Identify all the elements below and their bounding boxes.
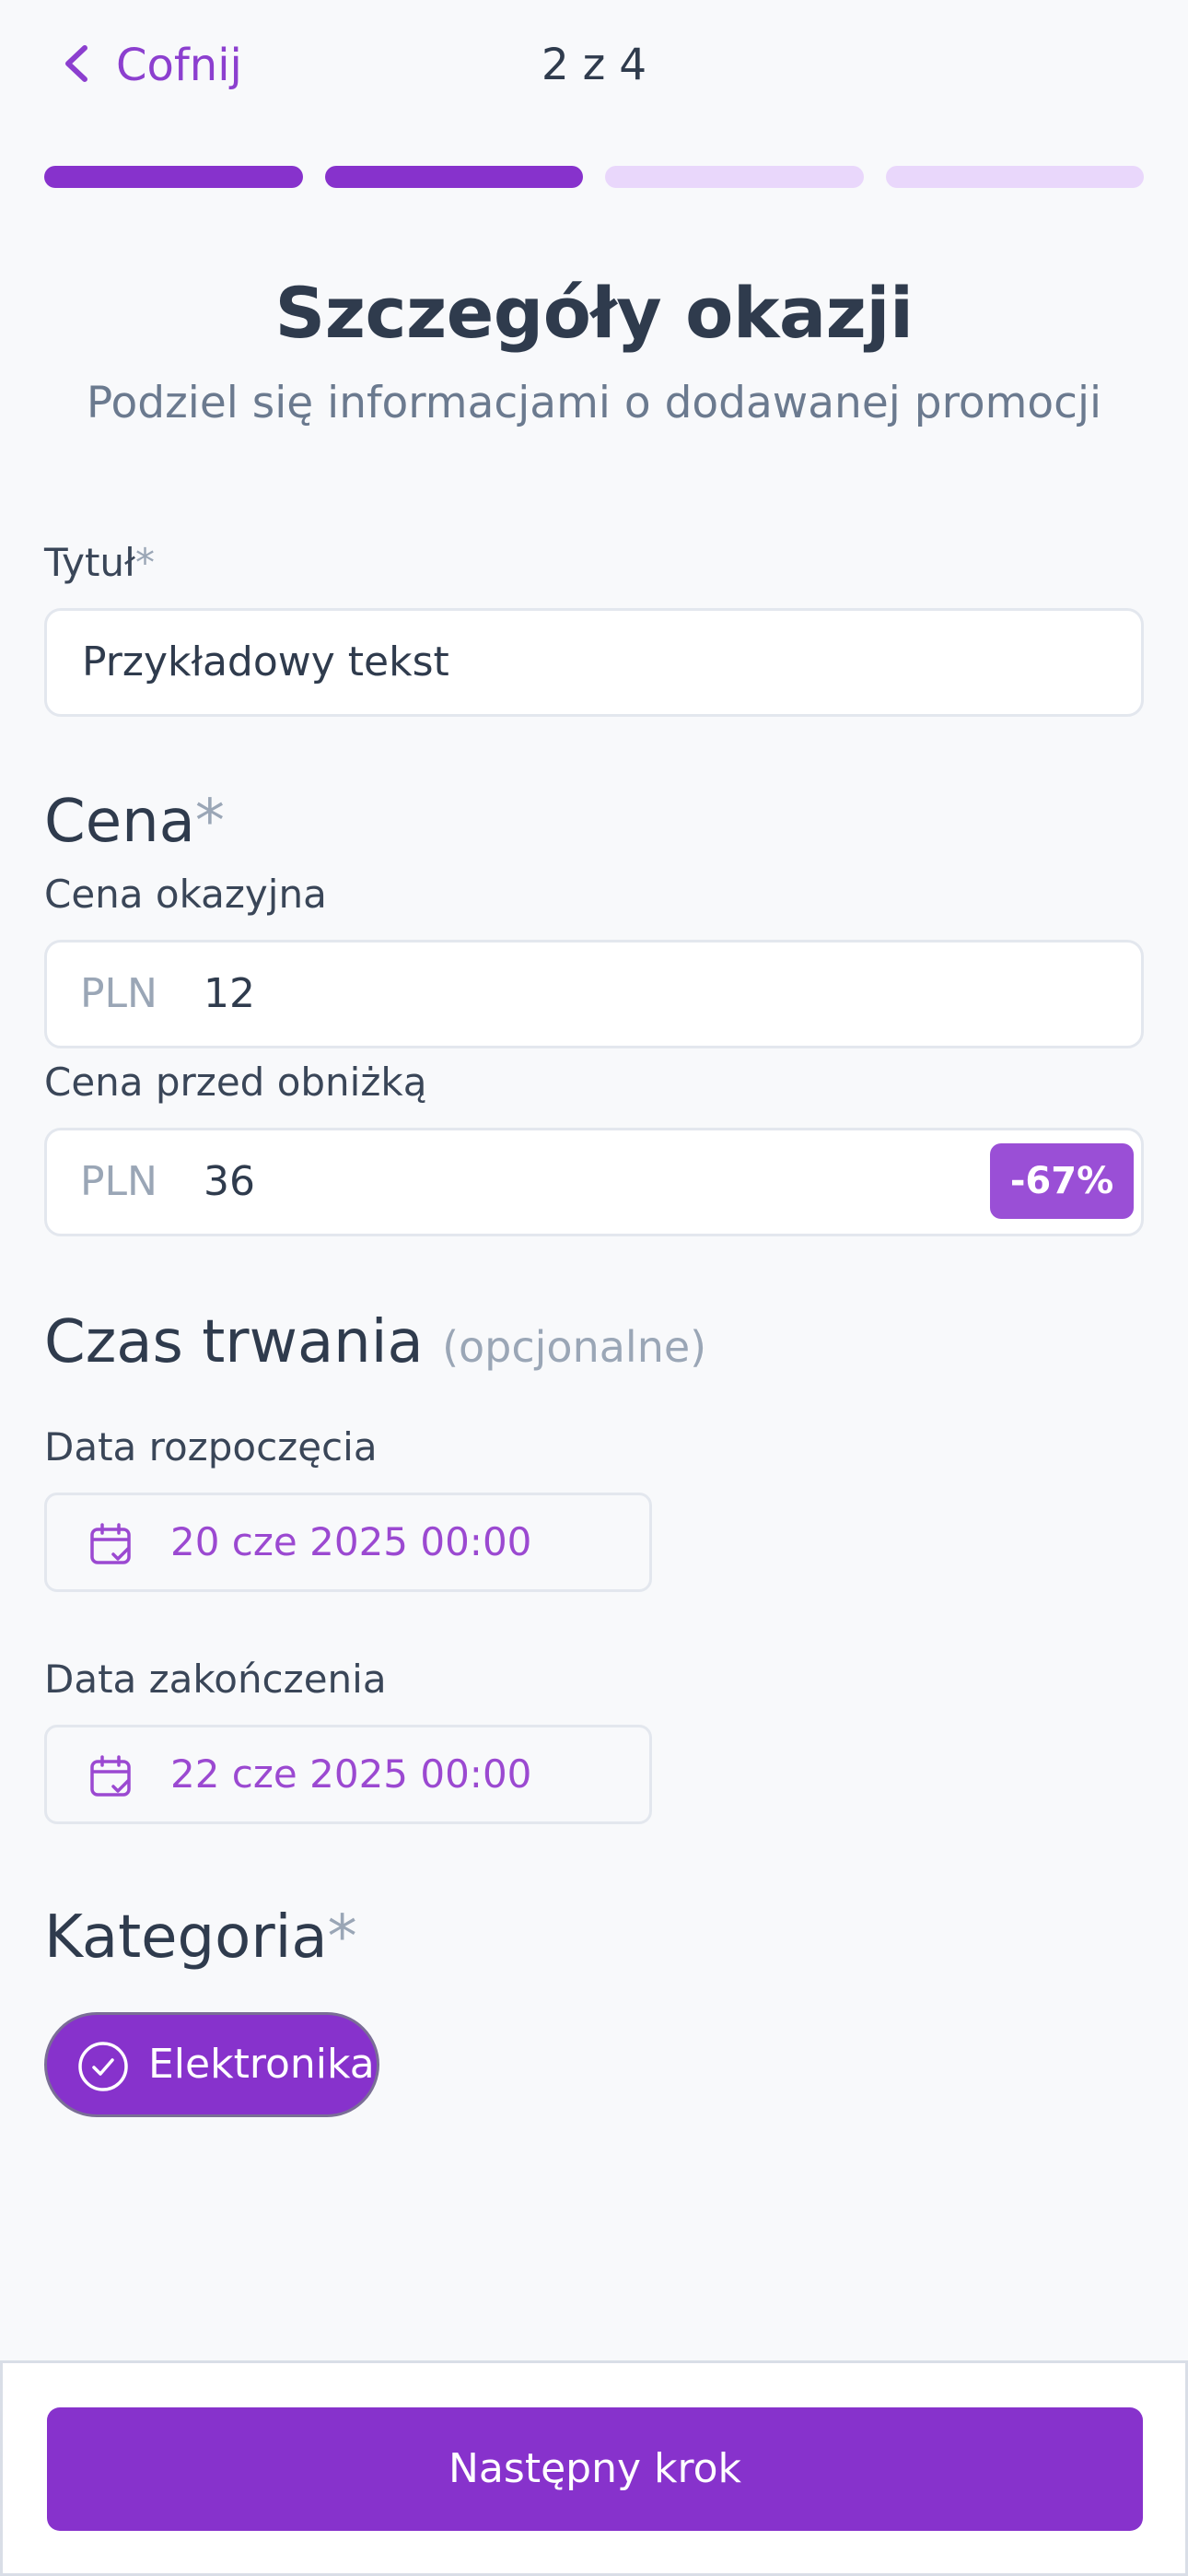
category-chip-label: Elektronika — [148, 2041, 375, 2088]
progress-segment-3 — [605, 166, 864, 188]
category-chip-electronics[interactable]: Elektronika — [44, 2012, 379, 2117]
end-date-value: 22 cze 2025 00:00 — [170, 1751, 532, 1797]
next-step-button[interactable]: Następny krok — [47, 2407, 1143, 2531]
footer: Następny krok — [0, 2360, 1188, 2576]
progress-segment-1 — [44, 166, 303, 188]
title-field-label: Tytuł* — [44, 540, 155, 585]
step-counter: 2 z 4 — [541, 40, 647, 90]
required-mark: * — [327, 1903, 357, 1972]
original-price-label: Cena przed obniżką — [44, 1060, 427, 1105]
deal-price-input[interactable]: PLN 12 — [44, 940, 1144, 1048]
original-price-value: 36 — [204, 1158, 255, 1205]
deal-price-label: Cena okazyjna — [44, 872, 327, 917]
currency-label: PLN — [80, 970, 157, 1017]
progress-segment-2 — [324, 166, 583, 188]
page-subtitle: Podziel się informacjami o dodawanej pro… — [86, 378, 1102, 428]
start-date-label: Data rozpoczęcia — [44, 1424, 378, 1469]
category-section-title: Kategoria* — [44, 1903, 357, 1972]
progress-segment-4 — [885, 166, 1144, 188]
progress-bar — [44, 166, 1144, 188]
page-title: Szczegóły okazji — [274, 272, 914, 354]
end-date-picker[interactable]: 22 cze 2025 00:00 — [44, 1725, 652, 1824]
required-mark: * — [194, 788, 225, 856]
discount-badge: -67% — [990, 1143, 1134, 1219]
start-date-value: 20 cze 2025 00:00 — [170, 1519, 532, 1564]
duration-section-title: Czas trwania (opcjonalne) — [44, 1308, 707, 1376]
title-input[interactable]: Przykładowy tekst — [44, 608, 1144, 717]
optional-note: (opcjonalne) — [442, 1322, 707, 1372]
currency-label: PLN — [80, 1158, 157, 1205]
price-section-title: Cena* — [44, 788, 225, 856]
header: Cofnij 2 z 4 — [0, 0, 1188, 138]
original-price-input[interactable]: PLN 36 -67% — [44, 1128, 1144, 1236]
required-mark: * — [135, 540, 155, 585]
deal-price-value: 12 — [204, 970, 255, 1017]
title-input-value: Przykładowy tekst — [82, 638, 449, 685]
start-date-picker[interactable]: 20 cze 2025 00:00 — [44, 1493, 652, 1592]
end-date-label: Data zakończenia — [44, 1657, 387, 1702]
